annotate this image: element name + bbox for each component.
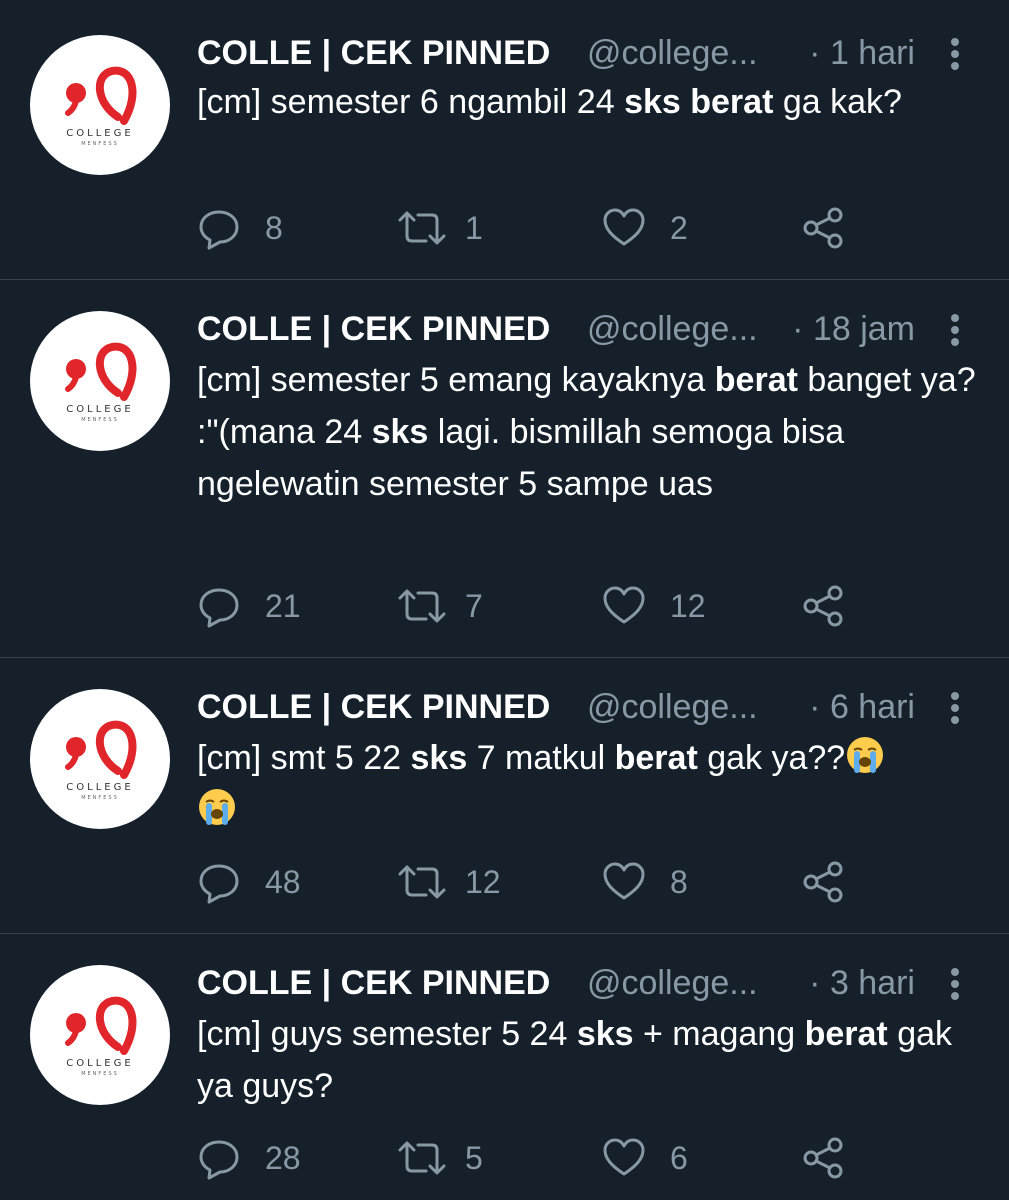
avatar[interactable]: COLLEGE MENFESS [30,689,170,829]
author-name[interactable]: COLLE | CEK PINNED [197,688,550,727]
more-options-icon[interactable] [945,34,965,74]
tweet-header: COLLE | CEK PINNED @college... · 18 jam [197,306,977,350]
tweet[interactable]: COLLEGE MENFESS COLLE | CEK PINNED @coll… [0,280,1009,658]
svg-text:COLLEGE: COLLEGE [66,782,133,793]
tweet-timestamp[interactable]: · 3 hari [809,964,915,1003]
tweet-timestamp[interactable]: · 1 hari [809,34,915,73]
reply-icon [199,588,239,628]
author-handle[interactable]: @college... [587,310,758,349]
heart-icon [603,586,645,624]
author-name[interactable]: COLLE | CEK PINNED [197,964,550,1003]
svg-text:COLLEGE: COLLEGE [66,404,133,415]
like-count: 12 [670,588,706,624]
avatar[interactable]: COLLEGE MENFESS [30,311,170,451]
reply-count: 28 [265,1140,301,1176]
author-name[interactable]: COLLE | CEK PINNED [197,34,550,73]
more-options-icon[interactable] [945,964,965,1004]
more-options-icon[interactable] [945,688,965,728]
college-menfess-logo: COLLEGE MENFESS [65,342,137,423]
more-options-icon[interactable] [945,310,965,350]
tweet-actions: 8 1 2 [197,206,877,250]
reply-icon [199,210,239,250]
tweet-text: [cm] guys semester 5 24 sks + magang ber… [197,1015,953,1105]
author-handle[interactable]: @college... [587,34,758,73]
tweet[interactable]: COLLEGE MENFESS COLLE | CEK PINNED @coll… [0,0,1009,280]
college-menfess-logo: COLLEGE MENFESS [65,66,137,147]
author-handle[interactable]: @college... [587,964,758,1003]
tweet-actions: 48 12 8 [197,860,877,904]
svg-text:COLLEGE: COLLEGE [66,1058,133,1069]
svg-text:MENFESS: MENFESS [81,1071,119,1077]
svg-text:MENFESS: MENFESS [81,417,119,423]
tweet-timestamp[interactable]: · 18 jam [792,310,915,349]
share-icon [803,1137,843,1179]
like-count: 2 [670,210,688,246]
share-icon [803,207,843,249]
tweet-timestamp[interactable]: · 6 hari [809,688,915,727]
tweet-header: COLLE | CEK PINNED @college... · 1 hari [197,30,977,74]
retweet-icon [398,589,446,623]
heart-icon [603,208,645,246]
tweet-header: COLLE | CEK PINNED @college... · 3 hari [197,960,977,1004]
tweet-text: [cm] smt 5 22 sks 7 matkul berat gak ya?… [197,732,977,836]
avatar[interactable]: COLLEGE MENFESS [30,35,170,175]
heart-icon [603,862,645,900]
tweet[interactable]: COLLEGE MENFESS COLLE | CEK PINNED @coll… [0,658,1009,934]
retweet-icon [398,1141,446,1175]
retweet-icon [398,865,446,899]
like-count: 8 [670,864,688,900]
reply-count: 21 [265,588,301,624]
loudly-crying-face-emoji [847,737,884,773]
retweet-count: 5 [465,1140,483,1176]
share-icon [803,861,843,903]
tweet-header: COLLE | CEK PINNED @college... · 6 hari [197,684,977,728]
svg-text:COLLEGE: COLLEGE [66,128,133,139]
timeline-feed: COLLEGE MENFESS COLLE | CEK PINNED @coll… [0,0,1009,1200]
share-icon [803,585,843,627]
reply-icon [199,1140,239,1180]
avatar[interactable]: COLLEGE MENFESS [30,965,170,1105]
tweet-actions: 21 7 12 [197,584,877,628]
retweet-count: 12 [465,864,501,900]
tweet-actions: 28 5 6 [197,1136,877,1180]
retweet-count: 7 [465,588,483,624]
svg-text:MENFESS: MENFESS [81,141,119,147]
retweet-icon [398,211,446,245]
college-menfess-logo: COLLEGE MENFESS [65,720,137,801]
tweet[interactable]: COLLEGE MENFESS COLLE | CEK PINNED @coll… [0,934,1009,1200]
loudly-crying-face-emoji [199,789,235,825]
heart-icon [603,1138,645,1176]
reply-count: 48 [265,864,301,900]
like-count: 6 [670,1140,688,1176]
reply-count: 8 [265,210,283,246]
author-handle[interactable]: @college... [587,688,758,727]
retweet-count: 1 [465,210,483,246]
tweet-text: [cm] semester 5 emang kayaknya berat ban… [197,361,976,503]
author-name[interactable]: COLLE | CEK PINNED [197,310,550,349]
college-menfess-logo: COLLEGE MENFESS [65,996,137,1077]
tweet-text: [cm] semester 6 ngambil 24 sks berat ga … [197,83,902,121]
reply-icon [199,864,239,904]
svg-text:MENFESS: MENFESS [81,795,119,801]
